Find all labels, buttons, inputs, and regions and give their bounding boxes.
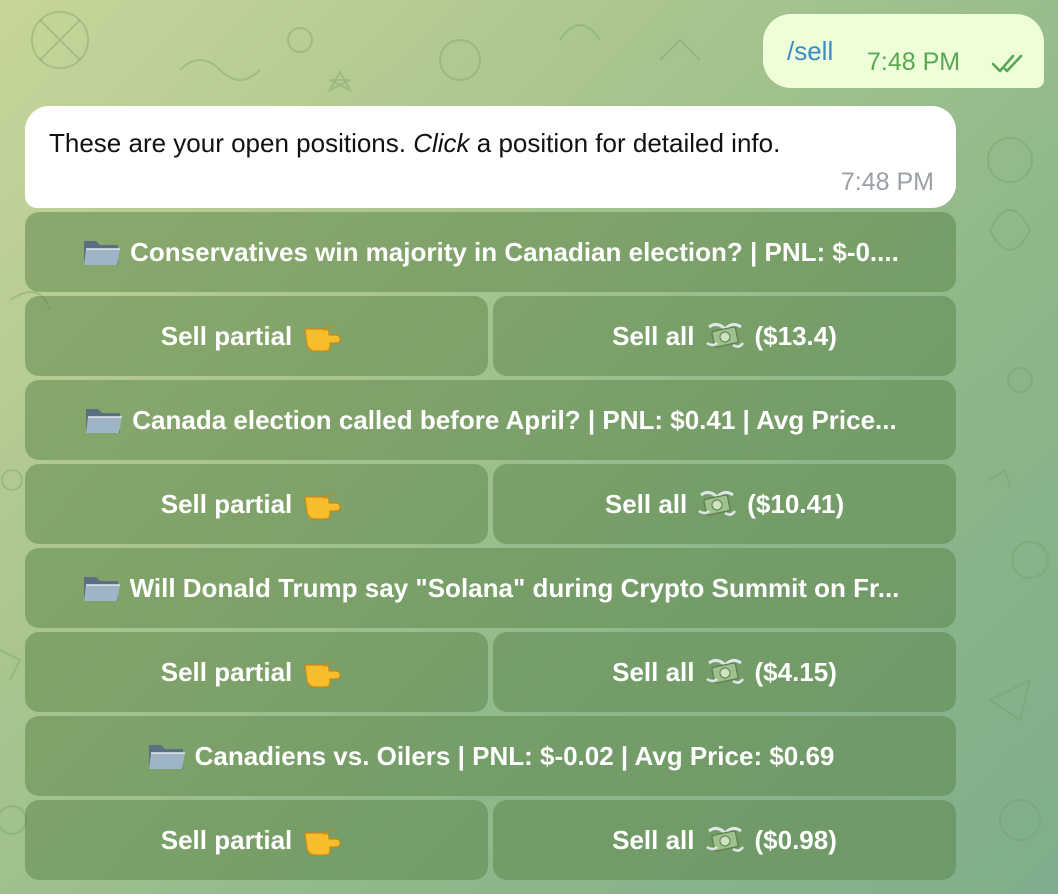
double-check-icon bbox=[991, 54, 1023, 73]
sell-partial-button-4[interactable]: Sell partial bbox=[25, 800, 488, 880]
flying-money-icon bbox=[705, 655, 745, 689]
incoming-message-bubble: These are your open positions. Click a p… bbox=[25, 106, 956, 208]
flying-money-icon bbox=[705, 823, 745, 857]
position-button-1[interactable]: Conservatives win majority in Canadian e… bbox=[25, 212, 956, 292]
outgoing-message-time: 7:48 PM bbox=[867, 48, 961, 76]
outgoing-message-bubble: /sell 7:48 PM bbox=[763, 14, 1044, 88]
sell-all-button-1[interactable]: Sell all ($13.4) bbox=[493, 296, 956, 376]
pointing-hand-icon bbox=[302, 487, 342, 521]
sell-partial-label: Sell partial bbox=[160, 488, 293, 519]
sell-all-amount: ($13.4) bbox=[754, 320, 837, 351]
position-button-3[interactable]: Will Donald Trump say "Solana" during Cr… bbox=[25, 548, 956, 628]
pointing-hand-icon bbox=[302, 823, 342, 857]
position-title: Conservatives win majority in Canadian e… bbox=[130, 236, 899, 267]
sell-all-button-3[interactable]: Sell all ($4.15) bbox=[493, 632, 956, 712]
flying-money-icon bbox=[705, 319, 745, 353]
incoming-message-text: These are your open positions. Click a p… bbox=[49, 128, 781, 158]
sell-all-label: Sell all bbox=[612, 320, 695, 351]
pointing-hand-icon bbox=[302, 319, 342, 353]
sell-partial-button-2[interactable]: Sell partial bbox=[25, 464, 488, 544]
folder-icon bbox=[82, 235, 122, 269]
folder-icon bbox=[147, 739, 187, 773]
sell-all-label: Sell all bbox=[604, 488, 688, 519]
sell-all-amount: ($4.15) bbox=[754, 656, 837, 687]
position-title: Canadiens vs. Oilers | PNL: $-0.02 | Avg… bbox=[194, 740, 835, 771]
flying-money-icon bbox=[697, 487, 737, 521]
sell-partial-button-1[interactable]: Sell partial bbox=[25, 296, 488, 376]
sell-all-label: Sell all bbox=[612, 656, 695, 687]
sell-all-button-2[interactable]: Sell all ($10.41) bbox=[493, 464, 956, 544]
position-title: Canada election called before April? | P… bbox=[132, 404, 897, 435]
position-button-4[interactable]: Canadiens vs. Oilers | PNL: $-0.02 | Avg… bbox=[25, 716, 956, 796]
sell-all-label: Sell all bbox=[612, 824, 695, 855]
sell-partial-label: Sell partial bbox=[160, 320, 293, 351]
folder-icon bbox=[82, 571, 122, 605]
sell-partial-button-3[interactable]: Sell partial bbox=[25, 632, 488, 712]
sell-all-amount: ($0.98) bbox=[754, 824, 837, 855]
sell-all-amount: ($10.41) bbox=[747, 488, 845, 519]
position-title: Will Donald Trump say "Solana" during Cr… bbox=[129, 572, 900, 603]
sell-partial-label: Sell partial bbox=[160, 656, 293, 687]
sell-all-button-4[interactable]: Sell all ($0.98) bbox=[493, 800, 956, 880]
pointing-hand-icon bbox=[302, 655, 342, 689]
position-button-2[interactable]: Canada election called before April? | P… bbox=[25, 380, 956, 460]
sell-partial-label: Sell partial bbox=[160, 824, 293, 855]
outgoing-command-link[interactable]: /sell bbox=[787, 36, 833, 67]
incoming-message-time: 7:48 PM bbox=[840, 168, 934, 196]
folder-icon bbox=[84, 403, 124, 437]
